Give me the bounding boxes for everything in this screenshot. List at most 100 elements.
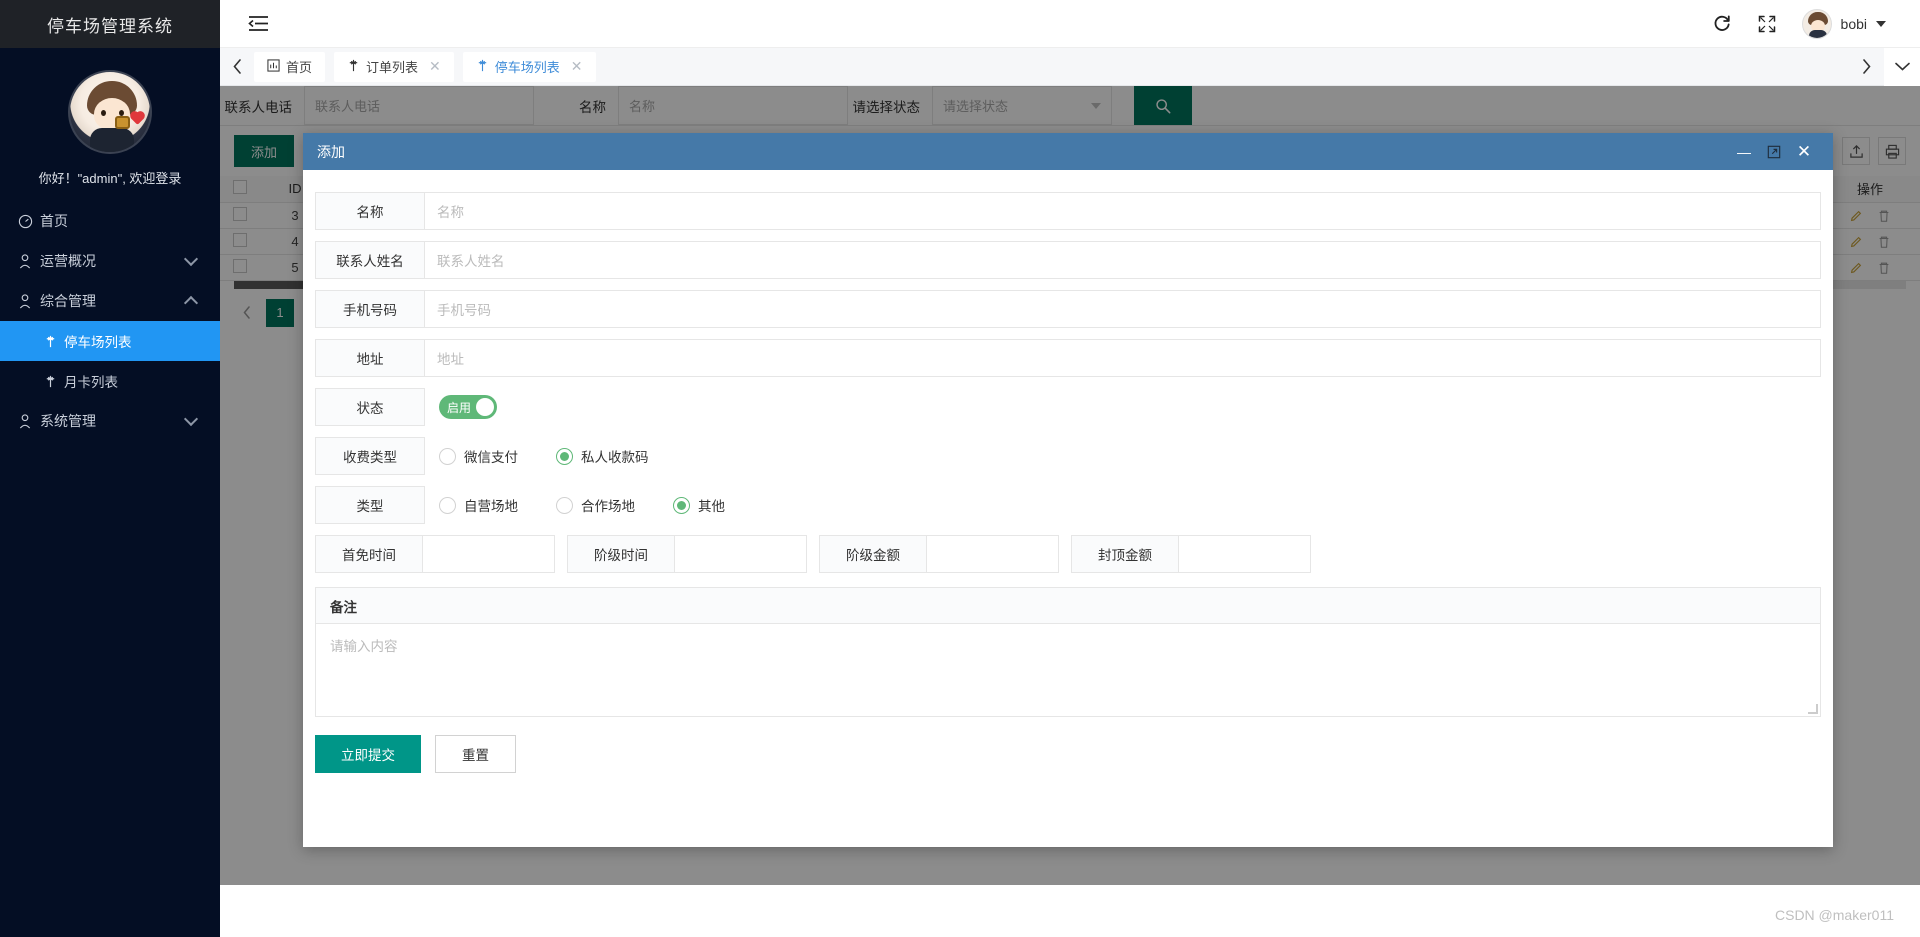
- radio-label: 其他: [698, 499, 725, 514]
- pin-icon: [347, 59, 360, 75]
- sidebar-subitem-label: 停车场列表: [64, 335, 132, 350]
- sidebar-subitem-label: 月卡列表: [64, 375, 118, 390]
- status-toggle-label: 启用: [447, 400, 472, 415]
- close-icon[interactable]: ✕: [571, 58, 583, 75]
- field-label-phone: 手机号码: [315, 290, 425, 328]
- memo-textarea[interactable]: 请输入内容: [316, 624, 1820, 716]
- field-control-venue-type: 自营场地 合作场地 其他: [425, 486, 1821, 524]
- radio-venue-partner[interactable]: 合作场地: [556, 495, 635, 515]
- modal-title-bar[interactable]: 添加 — ✕: [303, 133, 1833, 170]
- field-control-fee-type: 微信支付 私人收款码: [425, 437, 1821, 475]
- chevron-down-icon: [183, 411, 199, 427]
- field-label-venue-type: 类型: [315, 486, 425, 524]
- pin-icon: [476, 59, 489, 75]
- refresh-icon[interactable]: [1713, 14, 1732, 33]
- sidebar-profile: 你好！"admin", 欢迎登录: [0, 48, 220, 201]
- field-input-cap-amount[interactable]: [1179, 535, 1311, 573]
- sidebar-item-operations[interactable]: 运营概况: [0, 241, 220, 281]
- field-label-address: 地址: [315, 339, 425, 377]
- sidebar-item-label: 综合管理: [40, 293, 96, 309]
- radio-icon: [556, 447, 573, 465]
- chevron-up-icon: [183, 295, 199, 310]
- field-input-name[interactable]: 名称: [425, 192, 1821, 230]
- tab-menu-button[interactable]: [1884, 47, 1920, 86]
- field-row-free-time: 首免时间: [315, 535, 555, 573]
- top-header: bobi: [220, 0, 1920, 48]
- field-row-cap-amount: 封顶金额: [1071, 535, 1311, 573]
- field-label-tier-amount: 阶级金额: [819, 535, 927, 573]
- tab-parking-list[interactable]: 停车场列表 ✕: [462, 51, 596, 82]
- field-input-tier-time[interactable]: [675, 535, 807, 573]
- field-label-contact-name: 联系人姓名: [315, 241, 425, 279]
- username-label: bobi: [1840, 15, 1867, 32]
- tab-label: 订单列表: [366, 60, 419, 75]
- avatar: [68, 70, 152, 154]
- tab-scroll-left-button[interactable]: [220, 59, 254, 74]
- field-row-tier-time: 阶级时间: [567, 535, 807, 573]
- watermark: CSDN @maker011: [1775, 907, 1894, 923]
- radio-icon: [439, 447, 456, 465]
- submit-button[interactable]: 立即提交: [315, 735, 421, 773]
- field-label-name: 名称: [315, 192, 425, 230]
- tab-bar: 首页 订单列表 ✕ 停车场列表 ✕: [220, 47, 1920, 86]
- sidebar-item-comprehensive[interactable]: 综合管理: [0, 281, 220, 321]
- sidebar-item-label: 首页: [40, 213, 68, 229]
- fullscreen-icon[interactable]: [1758, 15, 1776, 33]
- close-icon[interactable]: ✕: [429, 58, 441, 75]
- close-icon[interactable]: ✕: [1789, 133, 1819, 170]
- radio-fee-type-private-qr[interactable]: 私人收款码: [556, 446, 649, 466]
- field-input-free-time[interactable]: [423, 535, 555, 573]
- toggle-knob: [476, 398, 494, 416]
- field-label-status: 状态: [315, 388, 425, 426]
- radio-label: 自营场地: [464, 499, 518, 514]
- status-toggle[interactable]: 启用: [439, 395, 497, 419]
- field-row-venue-type: 类型 自营场地 合作场地 其他: [315, 486, 1821, 524]
- field-label-fee-type: 收费类型: [315, 437, 425, 475]
- radio-icon: [673, 496, 690, 514]
- user-icon: [18, 253, 40, 269]
- field-input-address[interactable]: 地址: [425, 339, 1821, 377]
- field-input-contact-name[interactable]: 联系人姓名: [425, 241, 1821, 279]
- tab-order-list[interactable]: 订单列表 ✕: [334, 51, 454, 82]
- reset-button[interactable]: 重置: [435, 735, 516, 773]
- field-row-contact-name: 联系人姓名 联系人姓名: [315, 241, 1821, 279]
- chevron-down-icon: [1876, 20, 1886, 27]
- radio-fee-type-wechat[interactable]: 微信支付: [439, 446, 518, 466]
- tab-scroll-right-button[interactable]: [1848, 48, 1884, 86]
- pin-icon: [44, 335, 64, 348]
- modal-title: 添加: [317, 143, 345, 160]
- radio-label: 合作场地: [581, 499, 635, 514]
- home-chart-icon: [267, 58, 280, 75]
- sidebar-item-home[interactable]: 首页: [0, 201, 220, 241]
- user-icon: [18, 293, 40, 309]
- field-row-status: 状态 启用: [315, 388, 1821, 426]
- sidebar-item-parking-list[interactable]: 停车场列表: [0, 321, 220, 361]
- field-input-tier-amount[interactable]: [927, 535, 1059, 573]
- sidebar-item-system[interactable]: 系统管理: [0, 401, 220, 441]
- user-icon: [18, 413, 40, 429]
- user-menu[interactable]: bobi: [1801, 8, 1886, 39]
- menu-collapse-icon[interactable]: [248, 15, 269, 32]
- resize-handle-icon[interactable]: [1808, 704, 1818, 714]
- sidebar-item-monthly-card-list[interactable]: 月卡列表: [0, 361, 220, 401]
- field-row-phone: 手机号码 手机号码: [315, 290, 1821, 328]
- modal-actions: 立即提交 重置: [315, 735, 1821, 773]
- tab-home[interactable]: 首页: [254, 51, 326, 82]
- tab-label: 首页: [286, 60, 313, 75]
- pin-icon: [44, 375, 64, 388]
- sidebar: 停车场管理系统 你好！"admin", 欢迎登录 首页 运营概况 综合管理 停车…: [0, 0, 220, 937]
- maximize-icon[interactable]: [1759, 133, 1789, 170]
- sidebar-item-label: 系统管理: [40, 413, 96, 429]
- radio-icon: [439, 496, 456, 514]
- minimize-icon[interactable]: —: [1729, 133, 1759, 170]
- welcome-text: 你好！"admin", 欢迎登录: [38, 171, 182, 186]
- header-actions: bobi: [1713, 8, 1886, 39]
- field-input-phone[interactable]: 手机号码: [425, 290, 1821, 328]
- field-label-tier-time: 阶级时间: [567, 535, 675, 573]
- radio-venue-other[interactable]: 其他: [673, 495, 725, 515]
- tab-label: 停车场列表: [494, 60, 560, 75]
- field-row-fee-type: 收费类型 微信支付 私人收款码: [315, 437, 1821, 475]
- field-label-free-time: 首免时间: [315, 535, 423, 573]
- field-control-status: 启用: [425, 388, 1821, 426]
- radio-venue-self-operated[interactable]: 自营场地: [439, 495, 518, 515]
